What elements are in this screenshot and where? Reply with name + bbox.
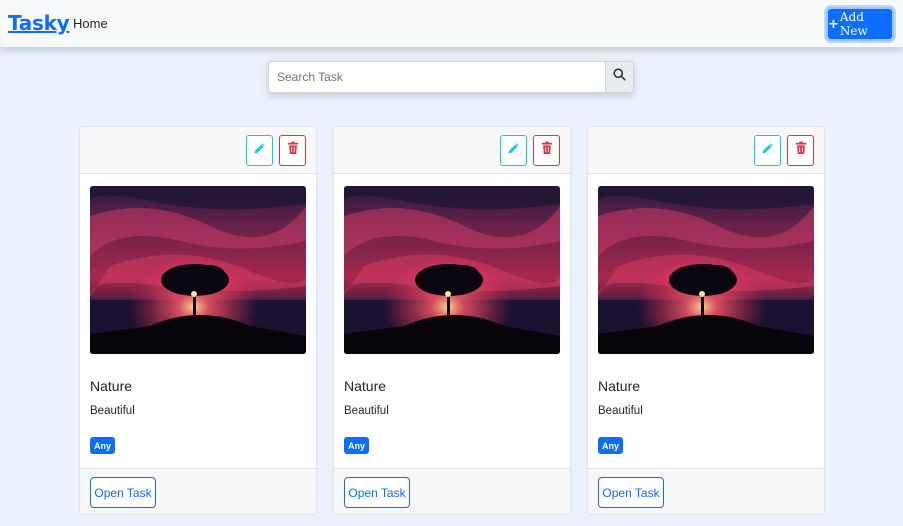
tag-badge: Any bbox=[598, 437, 623, 454]
add-new-label: Add New bbox=[839, 10, 868, 38]
search-icon bbox=[613, 68, 626, 86]
search-group bbox=[268, 61, 634, 93]
card-footer: Open Task bbox=[588, 468, 824, 514]
open-task-button[interactable]: Open Task bbox=[598, 477, 664, 508]
tree-sunset-image bbox=[344, 186, 560, 354]
trash-icon bbox=[287, 141, 299, 160]
card-footer: Open Task bbox=[334, 468, 570, 514]
card-title: Nature bbox=[90, 378, 133, 394]
pencil-icon bbox=[507, 142, 520, 160]
brand-logo[interactable]: Tasky bbox=[8, 11, 70, 35]
nav-home-link[interactable]: Home bbox=[73, 16, 108, 31]
tree-sunset-image bbox=[90, 186, 306, 354]
edit-button[interactable] bbox=[246, 135, 273, 166]
tag-badge: Any bbox=[90, 437, 115, 454]
open-task-button[interactable]: Open Task bbox=[344, 477, 410, 508]
card-title: Nature bbox=[598, 378, 641, 394]
delete-button[interactable] bbox=[787, 135, 814, 166]
card-title: Nature bbox=[344, 378, 387, 394]
task-card: Nature Beautiful Any Open Task bbox=[587, 126, 825, 515]
delete-button[interactable] bbox=[279, 135, 306, 166]
edit-button[interactable] bbox=[754, 135, 781, 166]
add-new-button[interactable]: + Add New bbox=[826, 7, 894, 41]
search-button[interactable] bbox=[605, 62, 633, 92]
edit-button[interactable] bbox=[500, 135, 527, 166]
delete-button[interactable] bbox=[533, 135, 560, 166]
card-header bbox=[80, 127, 316, 174]
card-description: Beautiful bbox=[344, 405, 389, 417]
task-card: Nature Beautiful Any Open Task bbox=[333, 126, 571, 515]
navbar: Tasky Home + Add New bbox=[0, 0, 903, 47]
search-input[interactable] bbox=[269, 62, 606, 92]
trash-icon bbox=[795, 141, 807, 160]
task-card: Nature Beautiful Any Open Task bbox=[79, 126, 317, 515]
pencil-icon bbox=[253, 142, 266, 160]
plus-icon: + bbox=[828, 16, 839, 32]
card-header bbox=[588, 127, 824, 174]
card-footer: Open Task bbox=[80, 468, 316, 514]
tree-sunset-image bbox=[598, 186, 814, 354]
card-header bbox=[334, 127, 570, 174]
tag-badge: Any bbox=[344, 437, 369, 454]
card-description: Beautiful bbox=[90, 405, 135, 417]
open-task-button[interactable]: Open Task bbox=[90, 477, 156, 508]
card-description: Beautiful bbox=[598, 405, 643, 417]
pencil-icon bbox=[761, 142, 774, 160]
trash-icon bbox=[541, 141, 553, 160]
